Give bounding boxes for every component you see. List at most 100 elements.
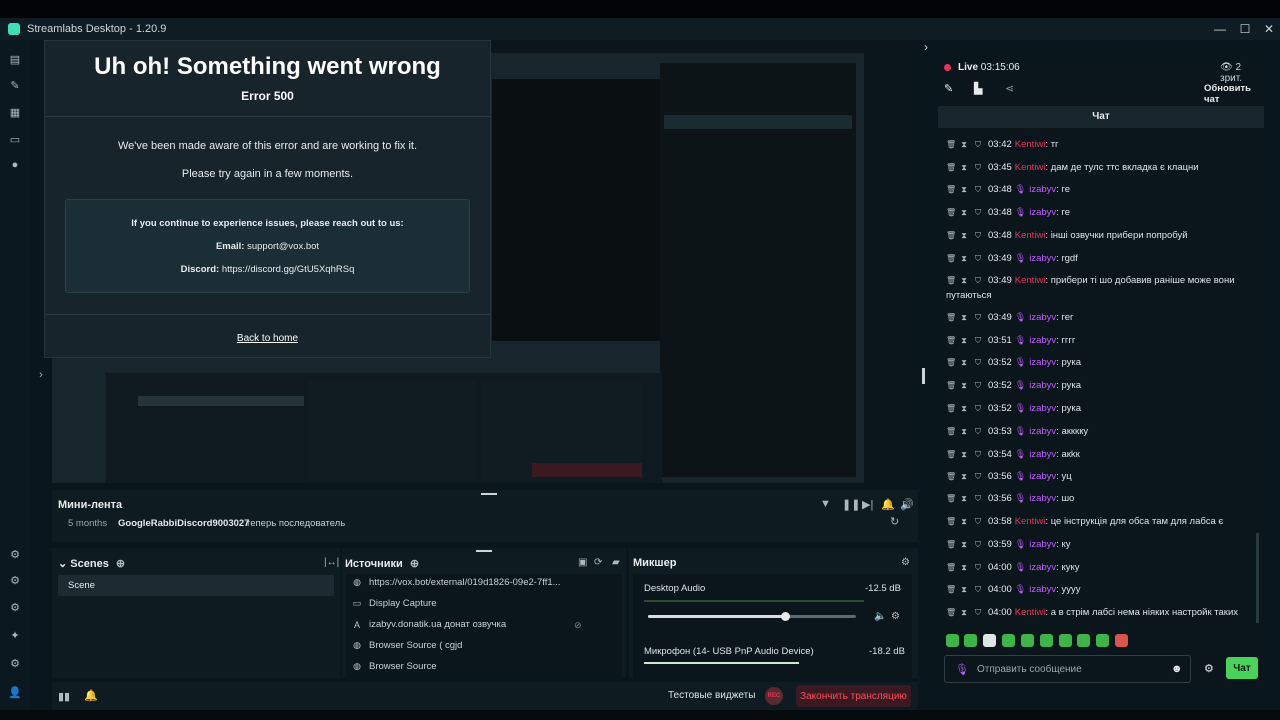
timeout-icon[interactable]: ⧗ xyxy=(960,378,968,393)
delete-message-icon[interactable]: 🗑 xyxy=(946,333,956,348)
timeout-icon[interactable]: ⧗ xyxy=(960,251,968,266)
message-user[interactable]: izabyv xyxy=(1029,471,1056,482)
delete-message-icon[interactable]: 🗑 xyxy=(946,251,956,266)
source-item[interactable]: ◍ Browser Source ( cgjd xyxy=(352,640,462,651)
hidden-eye-icon[interactable]: ⊘ xyxy=(574,620,582,631)
channel-settings-icon[interactable]: ⚙ xyxy=(891,611,900,622)
timeout-icon[interactable]: ⧗ xyxy=(960,355,968,370)
refresh-chat-button[interactable]: Обновить чат xyxy=(1204,83,1264,105)
delete-message-icon[interactable]: 🗑 xyxy=(946,182,956,197)
ban-icon[interactable]: ⛉ xyxy=(974,310,982,325)
expand-left-icon[interactable]: › xyxy=(34,368,48,382)
ban-icon[interactable]: ⛉ xyxy=(974,137,982,152)
timeout-icon[interactable]: ⧗ xyxy=(960,582,968,597)
settings-icon[interactable]: ⚙ xyxy=(8,656,22,670)
message-user[interactable]: Kentiwi xyxy=(1015,607,1046,618)
emote-icon[interactable] xyxy=(946,634,959,647)
send-chat-button[interactable]: Чат xyxy=(1226,657,1258,679)
timeout-icon[interactable]: ⧗ xyxy=(960,424,968,439)
volume-icon[interactable]: 🔊 xyxy=(900,498,914,511)
message-user[interactable]: Kentiwi xyxy=(1015,275,1046,286)
timeout-icon[interactable]: ⧗ xyxy=(960,160,968,175)
ban-icon[interactable]: ⛉ xyxy=(974,160,982,175)
ban-icon[interactable]: ⛉ xyxy=(974,378,982,393)
message-user[interactable]: izabyv xyxy=(1029,493,1056,504)
delete-message-icon[interactable]: 🗑 xyxy=(946,205,956,220)
emote-icon[interactable] xyxy=(1021,634,1034,647)
delete-message-icon[interactable]: 🗑 xyxy=(946,355,956,370)
source-folder-icon[interactable]: ▰ xyxy=(612,557,620,568)
drag-handle[interactable] xyxy=(481,493,497,495)
delete-message-icon[interactable]: 🗑 xyxy=(946,605,956,620)
delete-message-icon[interactable]: 🗑 xyxy=(946,310,956,325)
ban-icon[interactable]: ⛉ xyxy=(974,333,982,348)
message-user[interactable]: izabyv xyxy=(1029,207,1056,218)
emote-icon[interactable] xyxy=(1002,634,1015,647)
stats-icon[interactable]: ▮▮ xyxy=(58,690,70,703)
message-user[interactable]: izabyv xyxy=(1029,449,1056,460)
ban-icon[interactable]: ⛉ xyxy=(974,401,982,416)
delete-message-icon[interactable]: 🗑 xyxy=(946,228,956,243)
ban-icon[interactable]: ⛉ xyxy=(974,469,982,484)
emote-icon[interactable] xyxy=(1059,634,1072,647)
share-icon[interactable]: ⋖ xyxy=(1005,82,1014,95)
source-item[interactable]: ▭ Display Capture xyxy=(352,598,437,609)
delete-message-icon[interactable]: 🗑 xyxy=(946,491,956,506)
delete-message-icon[interactable]: 🗑 xyxy=(946,378,956,393)
resize-handle[interactable] xyxy=(922,368,925,384)
ban-icon[interactable]: ⛉ xyxy=(974,605,982,620)
source-filter-icon[interactable]: ⟳ xyxy=(594,557,602,568)
ban-icon[interactable]: ⛉ xyxy=(974,251,982,266)
ban-icon[interactable]: ⛉ xyxy=(974,582,982,597)
discord-link[interactable]: https://discord.gg/GtU5XqhRSq xyxy=(222,264,355,275)
emote-icon[interactable] xyxy=(983,634,996,647)
drag-handle[interactable] xyxy=(476,550,492,552)
ban-icon[interactable]: ⛉ xyxy=(974,355,982,370)
delete-message-icon[interactable]: 🗑 xyxy=(946,160,956,175)
emote-icon[interactable] xyxy=(964,634,977,647)
studio-mode-icon[interactable]: ⚙ xyxy=(8,547,22,561)
mixer-settings-icon[interactable]: ⚙ xyxy=(901,557,910,568)
scene-transition-icon[interactable]: |↔| xyxy=(324,557,339,568)
timeout-icon[interactable]: ⧗ xyxy=(960,560,968,575)
message-user[interactable]: izabyv xyxy=(1029,403,1056,414)
delete-message-icon[interactable]: 🗑 xyxy=(946,424,956,439)
timeout-icon[interactable]: ⧗ xyxy=(960,310,968,325)
source-item[interactable]: ◍ Browser Source xyxy=(352,661,437,672)
emote-icon[interactable] xyxy=(1115,634,1128,647)
timeout-icon[interactable]: ⧗ xyxy=(960,182,968,197)
chat-scrollbar[interactable] xyxy=(1256,533,1259,623)
alerts-icon[interactable]: 🔔 xyxy=(84,689,98,702)
ban-icon[interactable]: ⛉ xyxy=(974,447,982,462)
scene-item[interactable]: Scene xyxy=(58,575,334,596)
emoji-icon[interactable]: ☻ xyxy=(1171,663,1183,675)
timeout-icon[interactable]: ⧗ xyxy=(960,205,968,220)
back-to-home-link[interactable]: Back to home xyxy=(45,333,490,344)
timeout-icon[interactable]: ⧗ xyxy=(960,605,968,620)
message-user[interactable]: Kentiwi xyxy=(1015,162,1046,173)
mute-icon[interactable]: 🔈 xyxy=(874,611,886,622)
edit-stream-icon[interactable]: ✎ xyxy=(944,82,953,95)
ban-icon[interactable]: ⛉ xyxy=(974,273,982,288)
source-group-icon[interactable]: ▣ xyxy=(578,557,587,568)
rec-button[interactable]: REC xyxy=(765,687,783,705)
skip-icon[interactable]: ▶| xyxy=(862,498,873,511)
chat-settings-icon[interactable]: ⚙ xyxy=(1204,662,1214,675)
ban-icon[interactable]: ⛉ xyxy=(974,424,982,439)
delete-message-icon[interactable]: 🗑 xyxy=(946,469,956,484)
timeout-icon[interactable]: ⧗ xyxy=(960,514,968,529)
add-scene-icon[interactable]: ⊕ xyxy=(116,558,125,570)
delete-message-icon[interactable]: 🗑 xyxy=(946,273,956,288)
volume-knob[interactable] xyxy=(780,612,790,621)
message-user[interactable]: izabyv xyxy=(1029,539,1056,550)
mic-icon[interactable]: 🎙 xyxy=(955,663,969,676)
profile-icon[interactable]: 👤 xyxy=(8,685,22,699)
message-user[interactable]: izabyv xyxy=(1029,562,1056,573)
filter-icon[interactable]: ▼ xyxy=(820,498,831,510)
email-link[interactable]: support@vox.bot xyxy=(247,241,319,252)
editor-icon[interactable]: ✎ xyxy=(8,78,22,92)
ban-icon[interactable]: ⛉ xyxy=(974,205,982,220)
delete-message-icon[interactable]: 🗑 xyxy=(946,401,956,416)
ban-icon[interactable]: ⛉ xyxy=(974,228,982,243)
dashboard-icon[interactable]: ▙ xyxy=(974,82,982,95)
